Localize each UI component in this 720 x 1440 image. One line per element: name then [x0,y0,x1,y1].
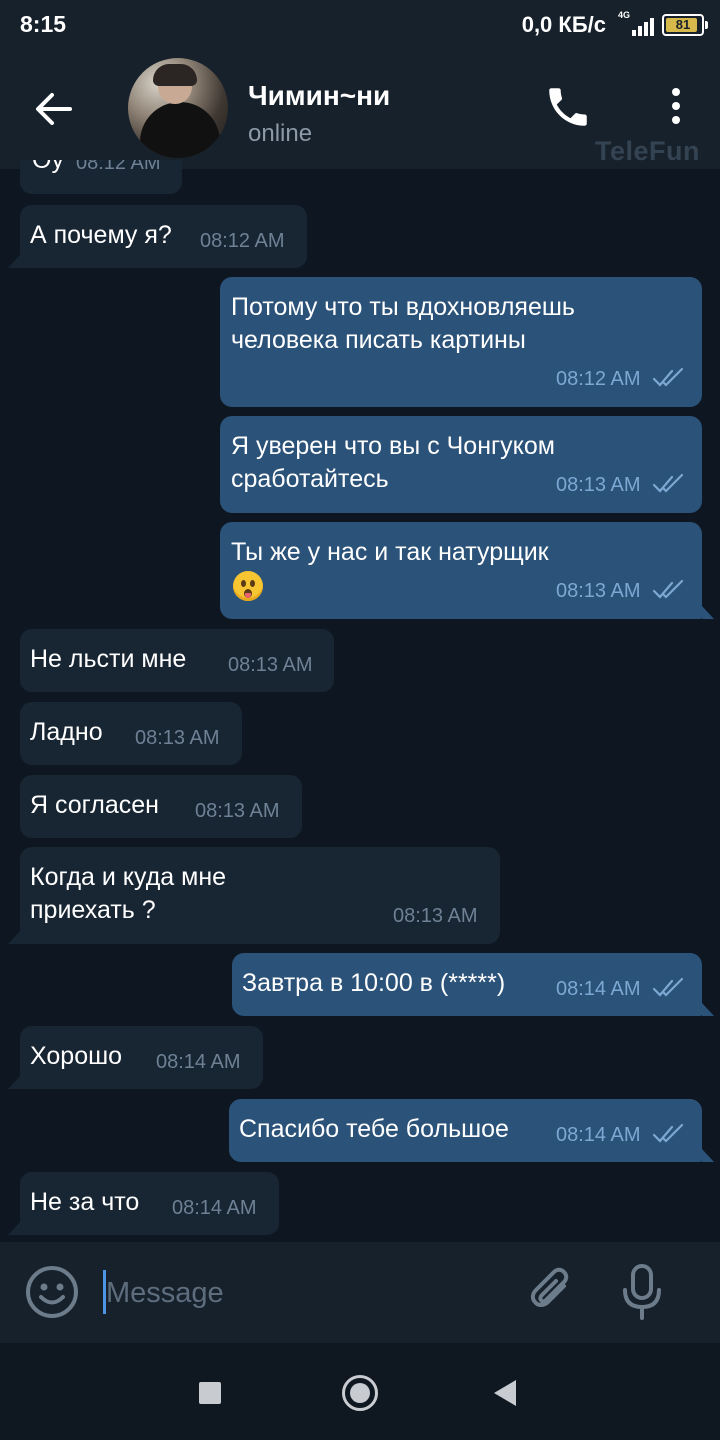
emoji-icon [26,1266,78,1318]
message-composer [0,1242,720,1343]
emoji-button[interactable] [24,1264,80,1320]
voice-record-button[interactable] [616,1262,668,1322]
message-time: 08:13 AM [135,727,220,749]
message-text: Завтра в 10:00 в (*****) [242,969,506,997]
message-time: 08:14 AM [172,1197,257,1219]
message-text: Спасибо тебе большое [239,1115,509,1143]
message-outgoing[interactable]: Я уверен что вы с Чонгуком сработайтесь … [220,416,702,513]
message-incoming[interactable]: Я согласен 08:13 AM [20,775,302,838]
message-time: 08:13 AM [556,580,641,602]
status-indicators: 0,0 КБ/с 4G 81 [521,10,708,39]
back-arrow-icon [36,93,72,125]
message-outgoing[interactable]: Завтра в 10:00 в (*****) 08:14 AM [232,953,714,1016]
message-text: Хорошо [30,1042,123,1070]
chat-name[interactable]: Чимин~ни [248,80,390,112]
double-check-icon [652,473,684,493]
message-time: 08:13 AM [393,905,478,927]
double-check-icon [652,1123,684,1143]
home-icon[interactable] [342,1375,378,1411]
message-input[interactable] [104,1268,508,1318]
message-time: 08:14 AM [156,1051,241,1073]
message-text: Ладно [30,718,103,746]
watermark: TeleFun [594,136,700,166]
message-time: 08:14 AM [556,978,641,1000]
avatar[interactable] [128,58,228,158]
message-outgoing[interactable]: Ты же у нас и так натурщик 08:13 AM [220,522,714,619]
chat-status: online [248,120,313,147]
message-outgoing[interactable]: Спасибо тебе большое 08:14 AM [229,1099,714,1162]
double-check-icon [652,977,684,997]
more-options-button[interactable] [656,82,696,132]
message-incoming[interactable]: Не льсти мне 08:13 AM [20,629,334,692]
message-time: 08:12 AM [200,230,285,252]
message-text: Ты же у нас и так натурщик [231,538,549,566]
message-incoming[interactable]: Хорошо 08:14 AM [8,1026,263,1089]
message-text: А почему я? [30,221,172,249]
message-time: 08:13 AM [195,800,280,822]
chat-header: Чимин~ни online TeleFun [0,48,720,169]
microphone-icon [623,1264,661,1320]
message-incoming[interactable]: Ладно 08:13 AM [20,702,242,765]
call-button[interactable] [543,82,593,132]
battery-icon: 81 [662,14,708,36]
message-text: Когда и куда мне приехать ? [30,863,227,924]
message-time: 08:14 AM [556,1124,641,1146]
phone-icon [549,88,587,126]
status-bar: 8:15 0,0 КБ/с 4G 81 [0,0,720,48]
system-navigation-bar [0,1343,720,1440]
message-outgoing[interactable]: Потому что ты вдохновляешь человека писа… [220,277,702,407]
signal-icon: 4G [614,10,654,38]
network-type: 4G [618,10,631,20]
attach-button[interactable] [524,1264,580,1320]
message-incoming[interactable]: А почему я? 08:12 AM [8,205,307,268]
message-bubble-partial: Оу 08:12 AM [20,160,182,194]
tongue-face-emoji-icon [233,571,263,601]
battery-level: 81 [675,17,691,32]
back-triangle-icon[interactable] [494,1380,516,1406]
status-time: 8:15 [20,11,67,37]
message-incoming[interactable]: Не за что 08:14 AM [8,1172,279,1235]
attach-paperclip-icon [530,1267,569,1307]
message-text: Не за что [30,1188,140,1216]
message-time: 08:12 AM [556,368,641,390]
double-check-icon [652,367,684,387]
message-time: 08:13 AM [228,654,313,676]
network-speed: 0,0 КБ/с [521,12,606,37]
more-vertical-icon [672,88,680,124]
message-text: Я уверен что вы с Чонгуком сработайтесь [231,432,555,493]
message-time: 08:13 AM [556,474,641,496]
double-check-icon [652,579,684,599]
back-button[interactable] [22,84,86,134]
message-text: Я согласен [30,791,159,819]
message-text: Не льсти мне [30,645,187,673]
message-incoming[interactable]: Когда и куда мне приехать ? 08:13 AM [8,847,500,944]
message-text: Потому что ты вдохновляешь человека писа… [231,293,575,354]
recent-apps-icon[interactable] [199,1382,221,1404]
